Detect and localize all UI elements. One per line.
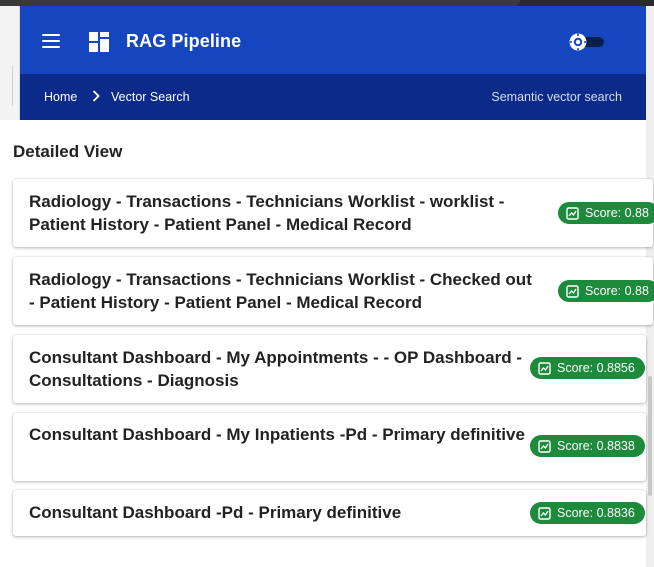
theme-toggle[interactable]	[568, 31, 606, 53]
breadcrumb-home[interactable]: Home	[44, 90, 77, 104]
score-icon	[566, 284, 579, 298]
app-title: RAG Pipeline	[126, 31, 242, 51]
score-text: Score: 0.8856	[557, 361, 635, 375]
score-icon	[538, 361, 551, 375]
score-badge: Score: 0.8838	[530, 435, 645, 457]
score-text: Score: 0.8836	[557, 506, 635, 520]
app-bar: RAG Pipeline	[20, 6, 646, 74]
result-title: Consultant Dashboard - My Inpatients -Pd…	[29, 425, 525, 444]
result-title: Radiology - Transactions - Technicians W…	[29, 192, 505, 234]
breadcrumb: Home Vector Search Semantic vector searc…	[20, 74, 646, 120]
score-badge: Score: 0.88	[558, 202, 654, 224]
result-card[interactable]: Radiology - Transactions - Technicians W…	[13, 257, 654, 325]
section-title: Detailed View	[13, 142, 123, 161]
score-icon	[538, 439, 551, 453]
sidebar-divider	[12, 66, 13, 106]
page-description: Semantic vector search	[491, 90, 622, 104]
score-badge: Score: 0.8836	[530, 502, 645, 524]
result-title: Radiology - Transactions - Technicians W…	[29, 270, 532, 312]
breadcrumb-current: Vector Search	[111, 90, 190, 104]
result-title: Consultant Dashboard -Pd - Primary defin…	[29, 503, 402, 522]
scrollbar-thumb[interactable]	[648, 376, 652, 496]
sidebar-edge	[0, 6, 20, 120]
theme-toggle-icon	[569, 33, 587, 51]
score-icon	[538, 506, 551, 520]
result-card[interactable]: Radiology - Transactions - Technicians W…	[13, 179, 654, 247]
score-icon	[566, 206, 579, 220]
dashboard-icon	[89, 32, 109, 52]
result-card[interactable]: Consultant Dashboard - My Appointments -…	[13, 335, 646, 403]
result-card[interactable]: Consultant Dashboard -Pd - Primary defin…	[13, 490, 646, 536]
score-text: Score: 0.88	[585, 284, 649, 298]
score-text: Score: 0.8838	[557, 439, 635, 453]
result-card[interactable]: Consultant Dashboard - My Inpatients -Pd…	[13, 413, 646, 481]
score-text: Score: 0.88	[585, 206, 649, 220]
menu-icon[interactable]	[42, 34, 60, 48]
chevron-right-icon	[92, 90, 100, 102]
score-badge: Score: 0.88	[558, 280, 654, 302]
score-badge: Score: 0.8856	[530, 357, 645, 379]
result-title: Consultant Dashboard - My Appointments -…	[29, 348, 523, 390]
